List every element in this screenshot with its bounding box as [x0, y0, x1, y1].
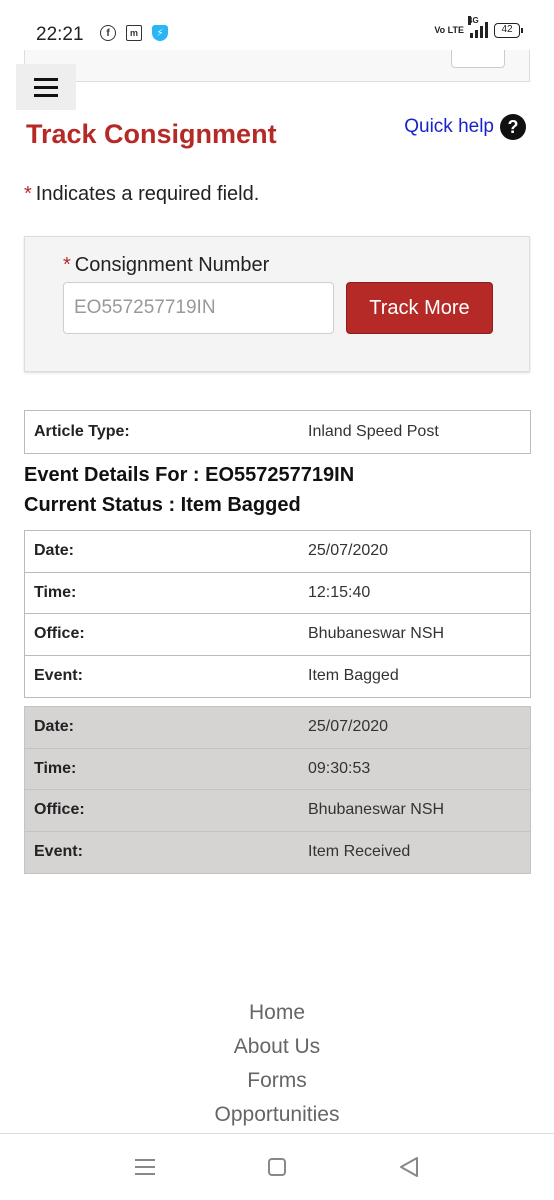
date-value: 25/07/2020	[308, 718, 389, 736]
article-type-table: Article Type: Inland Speed Post	[24, 410, 531, 454]
footer-link-about-us[interactable]: About Us	[0, 1032, 554, 1066]
table-row: Office: Bhubaneswar NSH	[25, 790, 530, 832]
menu-icon-line	[34, 77, 58, 81]
facebook-icon: f	[100, 25, 116, 41]
status-right-icons: Vo LTE 4G 42	[434, 16, 523, 38]
time-value: 12:15:40	[308, 583, 371, 601]
event-value: Item Bagged	[308, 667, 399, 685]
office-label: Office:	[34, 625, 85, 643]
required-star: *	[24, 183, 32, 205]
tracking-form: *Consignment Number Track More	[24, 236, 530, 372]
table-row: Date: 25/07/2020	[25, 531, 530, 573]
date-label: Date:	[34, 718, 75, 736]
required-field-note: * Indicates a required field.	[24, 183, 259, 206]
time-label: Time:	[34, 759, 77, 777]
office-label: Office:	[34, 801, 85, 819]
battery-icon: 42	[494, 22, 523, 38]
signal-icon: 4G	[468, 16, 488, 38]
status-time: 22:21	[36, 24, 84, 45]
page-title: Track Consignment	[26, 119, 277, 149]
office-value: Bhubaneswar NSH	[308, 801, 445, 819]
consignment-label: * Consignment Number	[63, 254, 269, 277]
event-table-2: Date: 25/07/2020 Time: 09:30:53 Office: …	[24, 706, 531, 874]
quick-help-text[interactable]: Quick help	[404, 116, 494, 138]
footer-links: Home About Us Forms Opportunities	[0, 998, 554, 1134]
required-star: *	[63, 254, 71, 276]
consignment-label-text: Consignment Number	[74, 254, 270, 276]
table-row: Office: Bhubaneswar NSH	[25, 614, 530, 656]
required-note-text: Indicates a required field.	[35, 183, 260, 205]
notification-icons: f m ⚡	[100, 25, 168, 41]
menu-icon-line	[34, 85, 58, 89]
current-status-heading: Current Status : Item Bagged	[24, 494, 301, 516]
messenger-m-icon: m	[126, 25, 142, 41]
event-table-1: Date: 25/07/2020 Time: 12:15:40 Office: …	[24, 530, 531, 698]
footer-link-forms[interactable]: Forms	[0, 1066, 554, 1100]
footer-link-home[interactable]: Home	[0, 998, 554, 1032]
table-row: Time: 12:15:40	[25, 573, 530, 614]
event-value: Item Received	[308, 843, 411, 861]
event-label: Event:	[34, 843, 83, 861]
table-row: Article Type: Inland Speed Post	[25, 411, 530, 453]
event-label: Event:	[34, 667, 83, 685]
office-value: Bhubaneswar NSH	[308, 625, 445, 643]
volte-icon: Vo LTE	[434, 24, 464, 35]
network-type: 4G	[468, 16, 479, 25]
help-icon[interactable]: ?	[500, 114, 526, 140]
time-label: Time:	[34, 583, 77, 601]
system-navigation-bar	[0, 1133, 554, 1200]
footer-link-opportunities[interactable]: Opportunities	[0, 1100, 554, 1134]
quick-help-link[interactable]: Quick help ?	[404, 114, 526, 140]
article-type-label: Article Type:	[34, 422, 130, 440]
table-row: Time: 09:30:53	[25, 749, 530, 790]
top-nav-strip	[24, 50, 530, 82]
consignment-number-input[interactable]	[63, 282, 334, 334]
table-row: Event: Item Bagged	[25, 656, 530, 698]
date-label: Date:	[34, 542, 75, 560]
table-row: Date: 25/07/2020	[25, 707, 530, 749]
top-strip-button[interactable]	[451, 50, 505, 68]
time-value: 09:30:53	[308, 759, 371, 777]
track-more-button[interactable]: Track More	[346, 282, 493, 334]
menu-button[interactable]	[16, 64, 76, 110]
menu-icon-line	[34, 93, 58, 97]
home-square-icon[interactable]	[268, 1158, 286, 1176]
status-bar: 22:21 f m ⚡ Vo LTE 4G 42	[0, 0, 554, 50]
table-row: Event: Item Received	[25, 832, 530, 874]
date-value: 25/07/2020	[308, 542, 389, 560]
event-details-heading: Event Details For : EO557257719IN	[24, 464, 355, 486]
article-type-value: Inland Speed Post	[308, 422, 439, 440]
shield-bolt-icon: ⚡	[152, 25, 168, 41]
recents-menu-icon[interactable]	[135, 1159, 155, 1180]
